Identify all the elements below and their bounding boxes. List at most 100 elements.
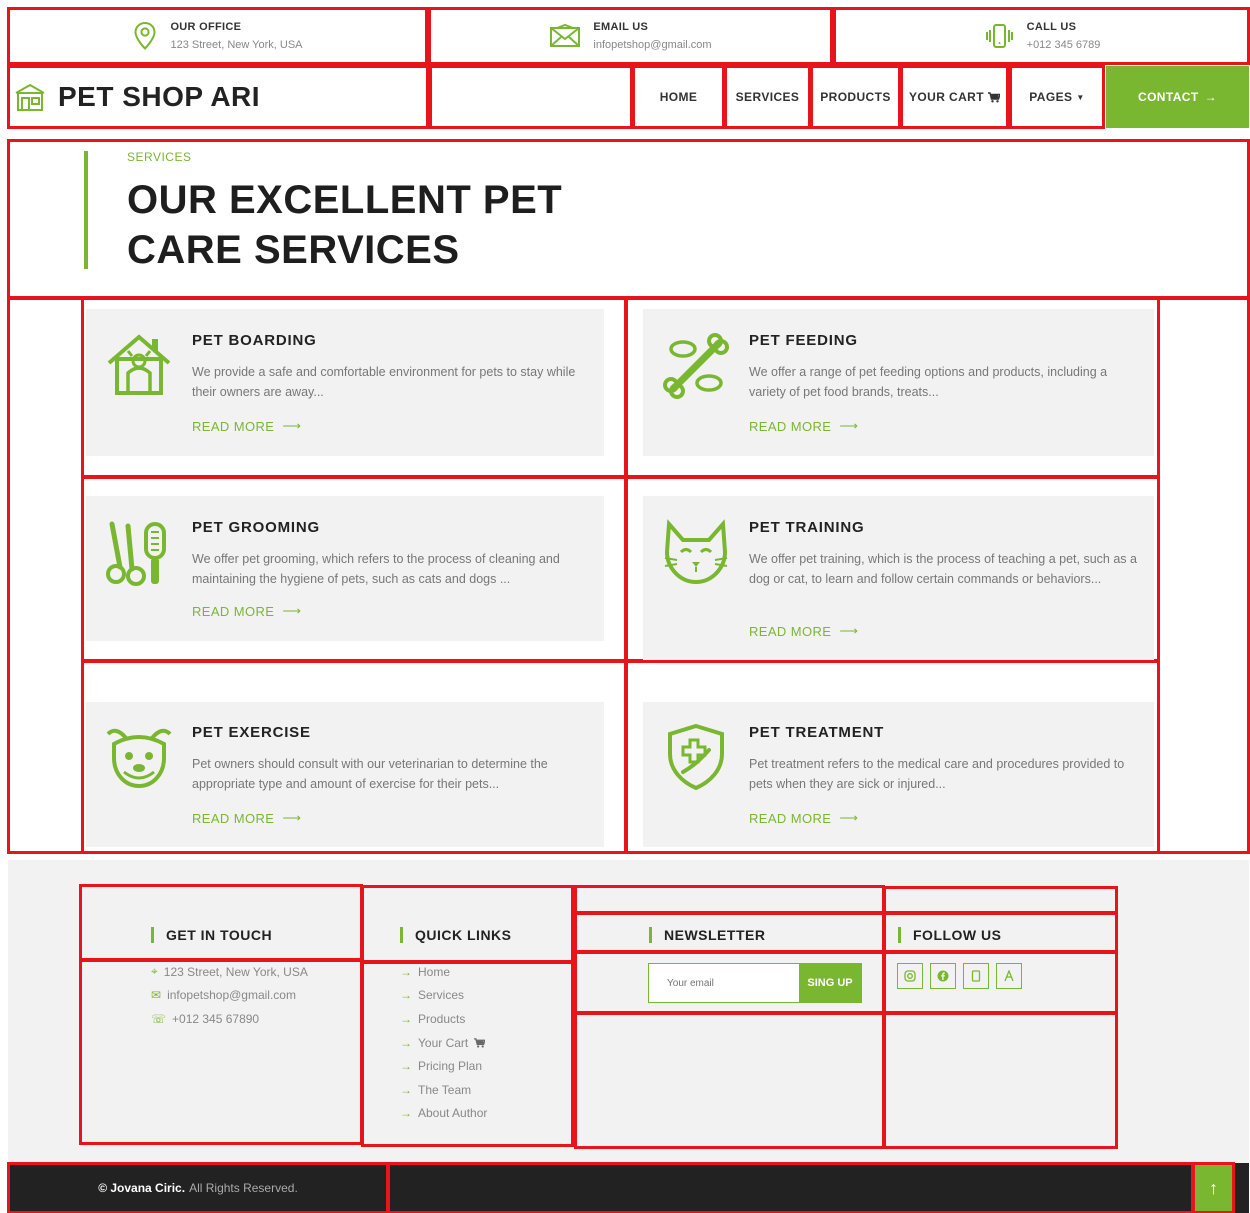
caret-down-icon: ▼ (1076, 92, 1085, 102)
brand[interactable]: PET SHOP ARI (7, 65, 429, 129)
call-number[interactable]: +012 345 6789 (1027, 39, 1101, 51)
topbar-call: CALL US +012 345 6789 (833, 7, 1250, 65)
phone-vibrate-icon (985, 24, 1013, 48)
footer-contact-list: ⌖ 123 Street, New York, USA ✉ infopetshop@… (151, 960, 308, 1031)
long-arrow-right-icon: ⟶ (282, 810, 302, 825)
location-pin-icon: ⌖ (151, 964, 158, 979)
card-text: Pet treatment refers to the medical care… (749, 757, 1125, 791)
footer-link-home[interactable]: → Home (400, 960, 487, 984)
nav-services[interactable]: SERVICES (724, 65, 811, 129)
card-title: PET BOARDING (192, 332, 317, 349)
pet-house-icon (107, 334, 171, 395)
copyright-name[interactable]: © Jovana Ciric. (98, 1181, 185, 1195)
footer-contact-title-text: GET IN TOUCH (166, 927, 273, 943)
long-arrow-right-icon: ⟶ (282, 603, 302, 618)
footer-link-label: The Team (418, 1082, 472, 1097)
brand-name: PET SHOP ARI (58, 81, 261, 112)
call-label: CALL US (1026, 21, 1077, 33)
footer-link-cart[interactable]: → Your Cart (400, 1031, 487, 1055)
card-title: PET FEEDING (749, 332, 858, 349)
arrow-right-icon: → (1204, 90, 1217, 104)
scissors-brush-icon (106, 521, 166, 586)
shop-icon (15, 83, 45, 111)
card-title: PET TREATMENT (749, 724, 885, 741)
card-title: PET TRAINING (749, 519, 865, 536)
service-card-grooming: PET GROOMING We offer pet grooming, whic… (86, 496, 604, 641)
instagram-icon (904, 970, 916, 982)
arrow-right-icon: → (400, 1082, 412, 1097)
footer-links-title-text: QUICK LINKS (415, 927, 512, 943)
footer-link-products[interactable]: → Products (400, 1007, 487, 1031)
nav-contact-button[interactable]: CONTACT → (1106, 66, 1249, 128)
arrow-right-icon: → (400, 988, 412, 1003)
instagram-button[interactable] (897, 963, 923, 989)
footer-email-text: infopetshop@gmail.com (167, 988, 296, 1003)
footer-follow-top-box (883, 886, 1118, 915)
card-text: We offer a range of pet feeding options … (749, 365, 1108, 399)
footer-links-list: → Home → Services → Products → Your Cart → Pr… (400, 960, 487, 1125)
services-accent-bar (84, 151, 88, 269)
footer-news-column (574, 1011, 885, 1149)
long-arrow-right-icon: ⟶ (839, 623, 859, 638)
office-label: OUR OFFICE (170, 21, 242, 33)
footer-link-author[interactable]: → About Author (400, 1102, 487, 1126)
nav-spacer (429, 65, 633, 129)
email-label: EMAIL US (593, 21, 649, 33)
newsletter-email-input[interactable] (649, 964, 799, 1002)
back-to-top-button[interactable]: ↑ (1192, 1162, 1235, 1213)
phone-icon: ☏ (151, 1011, 167, 1026)
email-address[interactable]: infopetshop@gmail.com (593, 39, 711, 51)
service-card-treatment: PET TREATMENT Pet treatment refers to th… (643, 702, 1154, 847)
nav-home[interactable]: HOME (632, 65, 725, 129)
nav-contact-label: CONTACT (1138, 90, 1199, 104)
footer-email[interactable]: ✉ infopetshop@gmail.com (151, 984, 308, 1008)
card-title: PET EXERCISE (192, 724, 311, 741)
read-more-label: READ MORE (749, 810, 832, 826)
file-icon (971, 970, 981, 982)
footer-link-label: Your Cart (418, 1035, 469, 1050)
cat-face-icon (664, 519, 728, 585)
facebook-button[interactable] (930, 963, 956, 989)
read-more-link[interactable]: READ MORE ⟶ (192, 810, 301, 826)
nav-products[interactable]: PRODUCTS (810, 65, 901, 129)
dog-face-icon (106, 728, 172, 789)
arrow-right-icon: → (400, 1059, 412, 1074)
nav-pages-label: PAGES (1029, 90, 1073, 104)
service-card-boarding: PET BOARDING We provide a safe and comfo… (86, 309, 604, 456)
footer-news-title: NEWSLETTER (649, 927, 765, 943)
file-button[interactable] (963, 963, 989, 989)
footer-link-label: Home (418, 964, 451, 979)
newsletter-signup-button[interactable]: SING UP (799, 964, 861, 1002)
nav-pages[interactable]: PAGES ▼ (1009, 65, 1105, 129)
footer-address-text: 123 Street, New York, USA (163, 964, 308, 979)
footer-follow-column (883, 1011, 1118, 1149)
footer-link-services[interactable]: → Services (400, 984, 487, 1008)
a-button[interactable] (996, 963, 1022, 989)
read-more-link[interactable]: READ MORE ⟶ (192, 418, 301, 434)
topbar-office: OUR OFFICE 123 Street, New York, USA (7, 7, 428, 65)
nav-cart[interactable]: YOUR CART (900, 65, 1009, 129)
read-more-link[interactable]: READ MORE ⟶ (749, 623, 858, 639)
read-more-link[interactable]: READ MORE ⟶ (749, 418, 858, 434)
footer-link-team[interactable]: → The Team (400, 1078, 487, 1102)
footer-link-pricing[interactable]: → Pricing Plan (400, 1054, 487, 1078)
read-more-link[interactable]: READ MORE ⟶ (192, 603, 301, 619)
footer-link-label: Services (418, 988, 465, 1003)
footer-link-label: Products (418, 1011, 466, 1026)
card-text: Pet owners should consult with our veter… (192, 757, 548, 791)
cart-icon (987, 91, 1000, 102)
footer-news-title-text: NEWSLETTER (664, 927, 766, 943)
nav-products-label: PRODUCTS (820, 90, 891, 104)
nav-cart-label: YOUR CART (909, 90, 984, 104)
footer-phone[interactable]: ☏ +012 345 67890 (151, 1007, 308, 1031)
office-address: 123 Street, New York, USA (170, 39, 303, 51)
medical-shield-icon (668, 723, 724, 791)
services-subtitle: SERVICES (127, 150, 192, 164)
read-more-label: READ MORE (192, 418, 275, 434)
services-title: OUR EXCELLENT PET CARE SERVICES (127, 178, 563, 272)
copyright: © Jovana Ciric. All Rights Reserved. (7, 1162, 389, 1213)
long-arrow-right-icon: ⟶ (839, 810, 859, 825)
footer-links-title: QUICK LINKS (400, 927, 512, 943)
bone-fish-icon (663, 333, 729, 399)
read-more-link[interactable]: READ MORE ⟶ (749, 810, 858, 826)
